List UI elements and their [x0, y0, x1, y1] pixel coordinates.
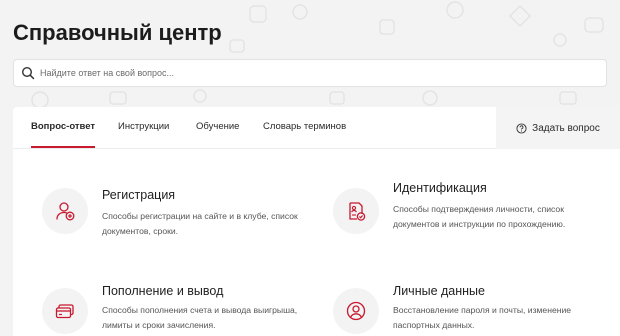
section-identification[interactable]: Идентификация Способы подтверждения личн…: [333, 181, 593, 251]
section-icon-wrapper: [333, 188, 379, 234]
active-tab-indicator: [31, 146, 95, 148]
question-circle-icon: [516, 122, 527, 134]
ask-question-label: Задать вопрос: [532, 122, 600, 134]
section-icon-wrapper: [333, 288, 379, 334]
ask-question-button[interactable]: Задать вопрос: [496, 107, 620, 149]
cards-icon: [55, 304, 74, 319]
section-icon-wrapper: [42, 188, 88, 234]
help-card: Вопрос-ответ Инструкции Обучение Словарь…: [13, 107, 620, 336]
tab-training[interactable]: Обучение: [196, 121, 239, 132]
search-input[interactable]: [40, 68, 580, 78]
section-icon-wrapper: [42, 288, 88, 334]
tab-instructions[interactable]: Инструкции: [118, 121, 169, 132]
section-description: Восстановление пароля и почты, изменение…: [393, 305, 572, 330]
section-deposit-withdrawal[interactable]: Пополнение и вывод Способы пополнения сч…: [42, 284, 302, 336]
user-circle-icon: [346, 301, 366, 321]
section-title: Регистрация: [102, 188, 176, 202]
tab-glossary[interactable]: Словарь терминов: [263, 121, 346, 132]
section-title: Идентификация: [393, 181, 487, 195]
tab-bar: Вопрос-ответ Инструкции Обучение Словарь…: [13, 107, 620, 149]
document-check-icon: [349, 202, 366, 221]
user-add-icon: [56, 202, 75, 221]
section-registration[interactable]: Регистрация Способы регистрации на сайте…: [42, 188, 298, 248]
section-description: Способы пополнения счета и вывода выигры…: [102, 305, 298, 330]
tab-faq[interactable]: Вопрос-ответ: [31, 121, 95, 132]
section-description: Способы регистрации на сайте и в клубе, …: [102, 211, 298, 236]
section-title: Пополнение и вывод: [102, 284, 224, 298]
section-personal-data[interactable]: Личные данные Восстановление пароля и по…: [333, 284, 593, 336]
section-description: Способы подтверждения личности, список д…: [393, 204, 566, 229]
page-title: Справочный центр: [13, 20, 222, 45]
section-title: Личные данные: [393, 284, 485, 298]
search-icon: [21, 66, 35, 80]
search-bar[interactable]: [13, 59, 607, 87]
